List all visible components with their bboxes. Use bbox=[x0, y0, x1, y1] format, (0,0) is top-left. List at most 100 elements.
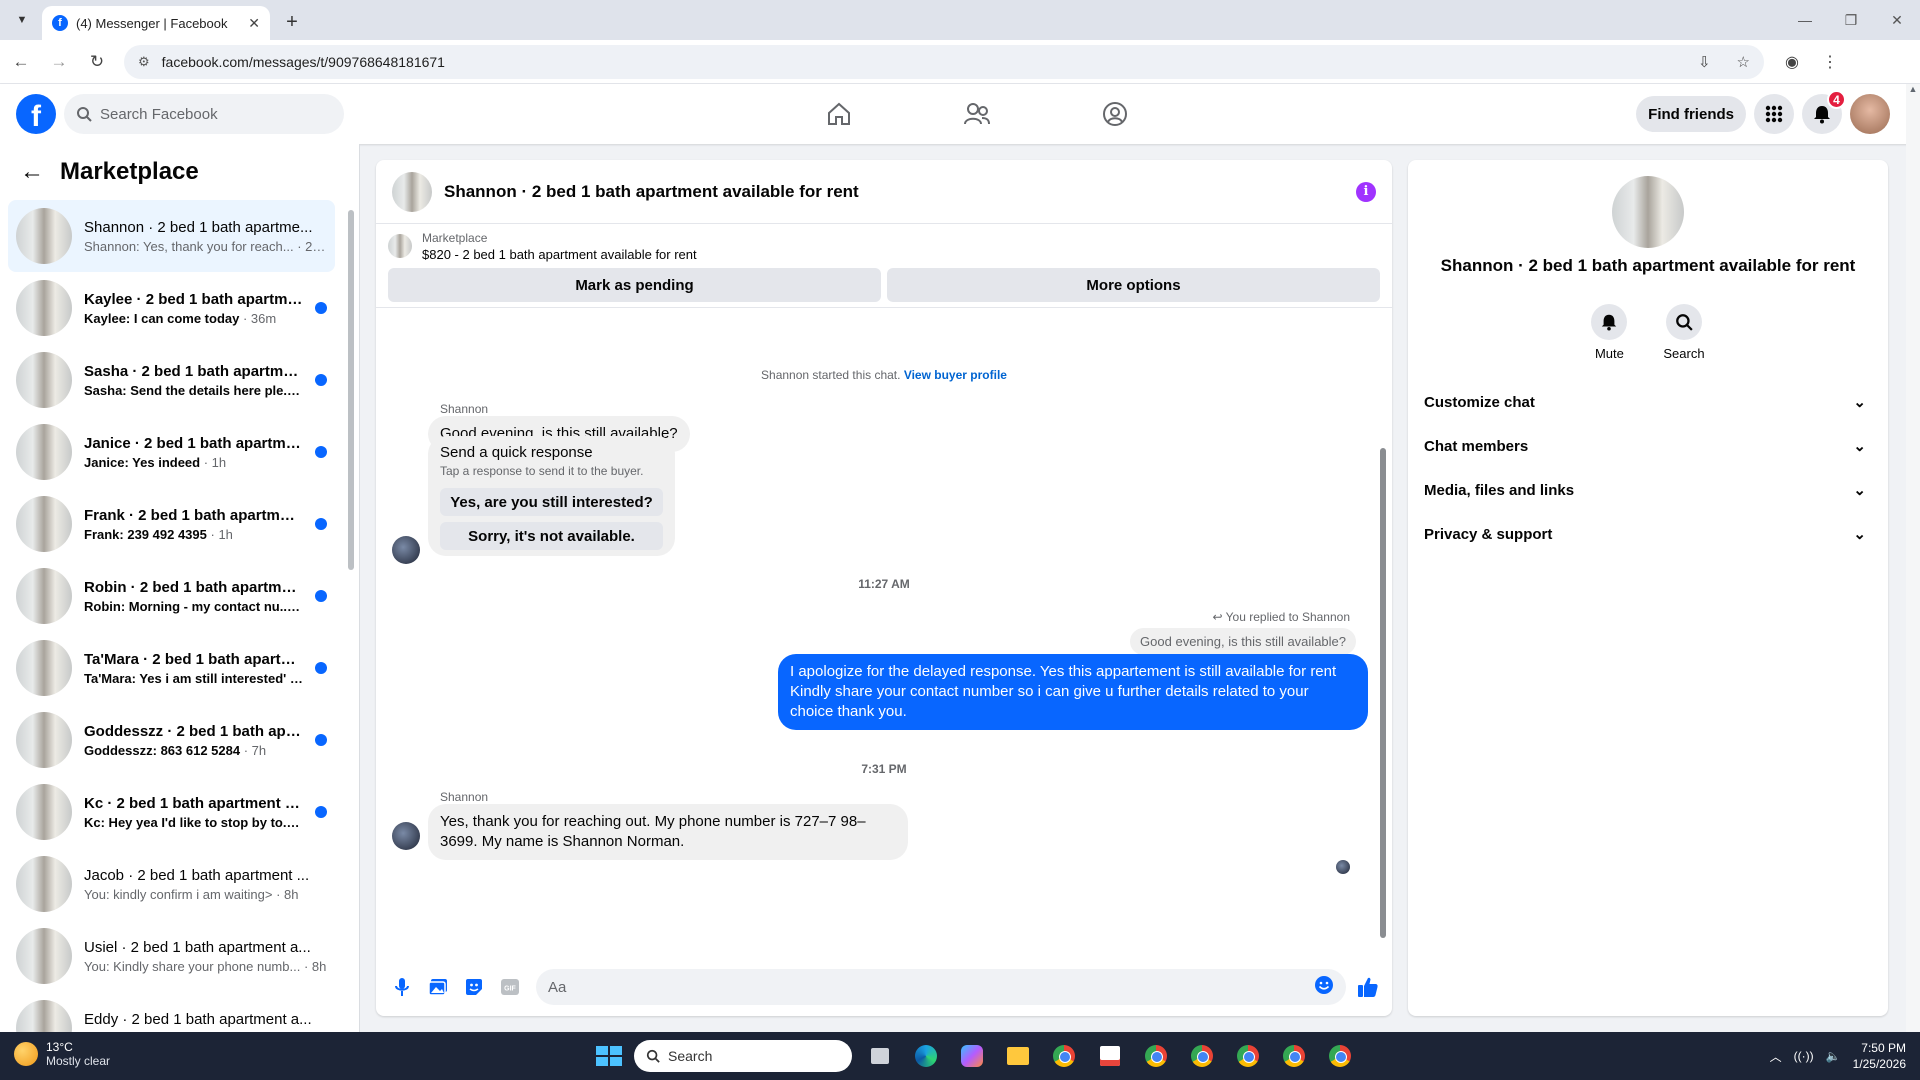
bookmark-star-icon[interactable]: ☆ bbox=[1737, 53, 1750, 71]
notifications-button[interactable]: 4 bbox=[1802, 90, 1846, 134]
scroll-up-arrow-icon[interactable]: ▲ bbox=[1906, 84, 1920, 94]
grid-icon bbox=[1765, 105, 1783, 123]
back-arrow-icon[interactable]: ← bbox=[20, 158, 44, 186]
browser-tab[interactable]: f (4) Messenger | Facebook ✕ bbox=[42, 6, 270, 40]
nav-home[interactable] bbox=[770, 84, 908, 144]
sender-avatar[interactable] bbox=[392, 822, 420, 850]
chrome-icon[interactable] bbox=[1230, 1038, 1266, 1074]
menu-grid-button[interactable] bbox=[1754, 94, 1794, 134]
section-privacy-support[interactable]: Privacy & support ⌄ bbox=[1424, 512, 1872, 556]
sticker-icon[interactable] bbox=[460, 973, 488, 1001]
section-customize-chat[interactable]: Customize chat ⌄ bbox=[1424, 380, 1872, 424]
weather-widget[interactable]: 13°C Mostly clear bbox=[14, 1040, 110, 1068]
conversation-time: 8h bbox=[311, 958, 327, 974]
message-input[interactable]: Aa bbox=[536, 969, 1346, 1005]
conversation-item[interactable]: Kaylee · 2 bed 1 bath apartme... Kaylee: … bbox=[8, 272, 335, 344]
info-icon[interactable]: i bbox=[1356, 181, 1376, 202]
sidebar-scrollbar[interactable] bbox=[347, 194, 355, 1024]
chrome-icon[interactable] bbox=[1138, 1038, 1174, 1074]
conversation-name: Eddy · 2 bed 1 bath apartment a... bbox=[84, 1010, 312, 1028]
profile-icon[interactable]: ◉ bbox=[1778, 48, 1806, 76]
conversation-item[interactable]: Jacob · 2 bed 1 bath apartment ... You: k… bbox=[8, 848, 335, 920]
account-avatar[interactable] bbox=[1850, 94, 1890, 134]
conversation-item[interactable]: Shannon · 2 bed 1 bath apartme... Shannon… bbox=[8, 200, 335, 272]
edge-icon[interactable] bbox=[908, 1038, 944, 1074]
gif-icon[interactable]: GIF bbox=[496, 973, 524, 1001]
reload-button[interactable]: ↻ bbox=[80, 45, 114, 79]
file-explorer-icon[interactable] bbox=[1000, 1038, 1036, 1074]
sidebar-title: Marketplace bbox=[60, 158, 199, 185]
wifi-icon[interactable]: ((·)) bbox=[1794, 1049, 1814, 1063]
details-avatar[interactable] bbox=[1612, 176, 1684, 248]
listing-summary[interactable]: Marketplace $820 - 2 bed 1 bath apartmen… bbox=[376, 224, 1392, 268]
copilot-icon[interactable] bbox=[954, 1038, 990, 1074]
close-window-button[interactable]: ✕ bbox=[1874, 0, 1920, 40]
conversation-item[interactable]: Robin · 2 bed 1 bath apartmen... Robin: M… bbox=[8, 560, 335, 632]
reply-arrow-icon: ↩ bbox=[1212, 610, 1226, 624]
url-text[interactable]: facebook.com/messages/t/909768648181671 bbox=[162, 54, 1672, 70]
sender-avatar[interactable] bbox=[392, 536, 420, 564]
new-tab-button[interactable]: + bbox=[278, 8, 306, 36]
view-buyer-profile-link[interactable]: View buyer profile bbox=[904, 368, 1007, 382]
tab-close-icon[interactable]: ✕ bbox=[248, 15, 260, 32]
address-bar[interactable]: ⚙ facebook.com/messages/t/90976864818167… bbox=[124, 44, 1764, 79]
conversation-item[interactable]: Eddy · 2 bed 1 bath apartment a...You: k… bbox=[8, 992, 335, 1032]
chevron-down-icon: ⌄ bbox=[1853, 526, 1866, 543]
store-icon[interactable] bbox=[1092, 1038, 1128, 1074]
quick-response-no-button[interactable]: Sorry, it's not available. bbox=[440, 522, 663, 550]
conversation-item[interactable]: Usiel · 2 bed 1 bath apartment a... You: … bbox=[8, 920, 335, 992]
conversation-item[interactable]: Ta'Mara · 2 bed 1 bath apartm... Ta'Mara:… bbox=[8, 632, 335, 704]
chrome-icon[interactable] bbox=[1184, 1038, 1220, 1074]
chat-scrollbar[interactable] bbox=[1378, 328, 1388, 964]
back-button[interactable]: ← bbox=[4, 45, 38, 79]
reply-quote[interactable]: Good evening, is this still available? bbox=[1130, 628, 1356, 655]
conversation-time: 8h bbox=[284, 886, 299, 902]
facebook-search-input[interactable]: Search Facebook bbox=[64, 94, 344, 134]
microphone-icon[interactable] bbox=[388, 973, 416, 1001]
site-info-icon[interactable]: ⚙ bbox=[138, 54, 150, 70]
install-app-icon[interactable]: ⇩ bbox=[1698, 53, 1711, 71]
page-scrollbar[interactable]: ▲ bbox=[1906, 84, 1920, 1032]
task-view-icon[interactable] bbox=[862, 1038, 898, 1074]
mark-as-pending-button[interactable]: Mark as pending bbox=[388, 268, 881, 302]
volume-icon[interactable]: 🔈 bbox=[1826, 1049, 1841, 1063]
search-in-chat-button[interactable]: Search bbox=[1663, 304, 1705, 361]
emoji-icon[interactable] bbox=[1314, 975, 1334, 999]
chrome-menu-icon[interactable]: ⋮ bbox=[1816, 48, 1844, 76]
conversation-item[interactable]: Goddesszz · 2 bed 1 bath apart... Goddess… bbox=[8, 704, 335, 776]
minimize-button[interactable]: — bbox=[1782, 0, 1828, 40]
taskbar-search[interactable]: Search bbox=[634, 1040, 852, 1072]
conversation-item[interactable]: Kc · 2 bed 1 bath apartment av... Kc: Hey… bbox=[8, 776, 335, 848]
clock-date: 1/25/2026 bbox=[1852, 1057, 1906, 1071]
chrome-icon[interactable] bbox=[1276, 1038, 1312, 1074]
facebook-logo[interactable]: f bbox=[16, 94, 56, 134]
find-friends-button[interactable]: Find friends bbox=[1636, 96, 1746, 132]
more-options-button[interactable]: More options bbox=[887, 268, 1380, 302]
section-chat-members[interactable]: Chat members ⌄ bbox=[1424, 424, 1872, 468]
forward-button[interactable]: → bbox=[42, 45, 76, 79]
start-button[interactable] bbox=[588, 1038, 624, 1074]
mute-button[interactable]: Mute bbox=[1591, 304, 1628, 361]
bell-icon bbox=[1602, 314, 1617, 331]
tab-search-chevron-icon[interactable]: ▼ bbox=[8, 6, 36, 34]
clock[interactable]: 7:50 PM 1/25/2026 bbox=[1853, 1040, 1906, 1072]
incoming-message[interactable]: Yes, thank you for reaching out. My phon… bbox=[428, 804, 908, 860]
quick-response-title: Send a quick response bbox=[440, 444, 593, 461]
conversation-item[interactable]: Frank · 2 bed 1 bath apartment... Frank: … bbox=[8, 488, 335, 560]
conversation-name: Janice · 2 bed 1 bath apartmen... bbox=[84, 434, 303, 452]
chat-title[interactable]: Shannon · 2 bed 1 bath apartment availab… bbox=[444, 182, 1344, 202]
conversation-item[interactable]: Sasha · 2 bed 1 bath apartmen... Sasha: S… bbox=[8, 344, 335, 416]
chat-avatar[interactable] bbox=[392, 171, 432, 212]
chrome-icon[interactable] bbox=[1046, 1038, 1082, 1074]
nav-groups[interactable] bbox=[1046, 84, 1184, 144]
restore-button[interactable]: ❐ bbox=[1828, 0, 1874, 40]
like-thumb-icon[interactable] bbox=[1354, 973, 1382, 1001]
tray-chevron-up-icon[interactable]: ︿ bbox=[1770, 1048, 1782, 1065]
chrome-icon[interactable] bbox=[1322, 1038, 1358, 1074]
conversation-item[interactable]: Janice · 2 bed 1 bath apartmen... Janice:… bbox=[8, 416, 335, 488]
quick-response-yes-button[interactable]: Yes, are you still interested? bbox=[440, 488, 663, 516]
photo-icon[interactable] bbox=[424, 973, 452, 1001]
outgoing-message[interactable]: I apologize for the delayed response. Ye… bbox=[778, 654, 1368, 730]
nav-friends[interactable] bbox=[908, 84, 1046, 144]
section-media-files-links[interactable]: Media, files and links ⌄ bbox=[1424, 468, 1872, 512]
